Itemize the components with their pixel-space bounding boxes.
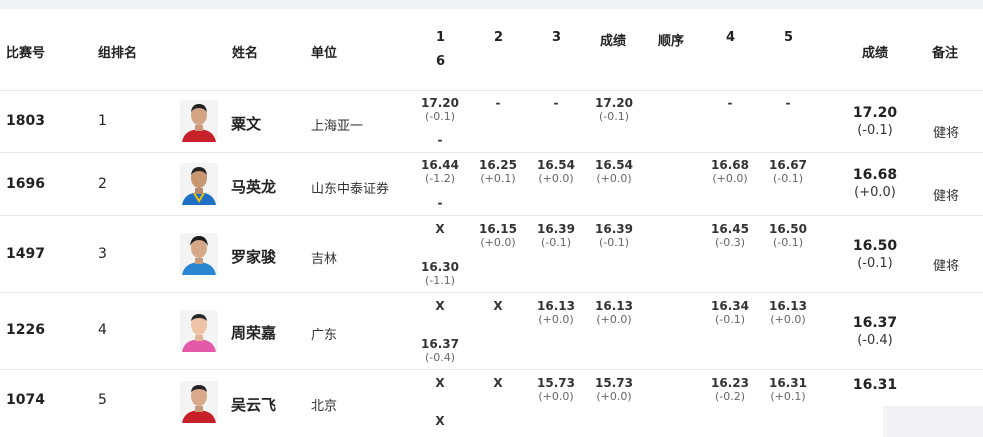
header-attempt-3: 3 (552, 30, 562, 45)
athlete-avatar (180, 163, 218, 205)
attempt-6: 16.37 (-0.4) (421, 337, 459, 364)
header-attempt-5: 5 (784, 30, 794, 45)
table-row: 1074 5 吴云飞 北京 X X X 15.73 (+0.0) 15.73 (+0… (0, 369, 983, 437)
bib-number: 1226 (6, 322, 45, 338)
best-result: 16.68 (+0.0) (852, 167, 898, 200)
group-rank: 2 (98, 176, 107, 192)
attempt-4: - (727, 96, 733, 110)
note: 健将 (933, 259, 960, 274)
table-header: 比赛号 组排名 姓名 单位 1 6 2 3 成绩 顺序 4 5 成绩 备注 (0, 9, 983, 90)
athlete-name: 粟文 (231, 115, 262, 133)
attempt-4: 16.34 (-0.1) (711, 299, 749, 326)
bib-number: 1803 (6, 113, 45, 129)
bib-number: 1497 (6, 246, 45, 262)
header-attempt-2: 2 (494, 30, 504, 45)
athlete-name: 吴云飞 (231, 396, 277, 414)
header-name: 姓名 (232, 46, 259, 61)
athlete-avatar (180, 233, 218, 275)
result-mid: 17.20 (-0.1) (595, 96, 633, 123)
note: 健将 (933, 189, 960, 204)
attempt-2: X (493, 376, 503, 390)
header-group-rank: 组排名 (98, 46, 138, 61)
attempt-1: 17.20 (-0.1) (421, 96, 459, 123)
attempt-6: - (437, 133, 443, 147)
result-mid: 16.54 (+0.0) (595, 158, 633, 185)
result-mid: 16.13 (+0.0) (595, 299, 633, 326)
athlete-avatar (180, 100, 218, 142)
header-attempt-6: 6 (436, 54, 446, 69)
athlete-avatar (180, 310, 218, 352)
header-bib: 比赛号 (6, 46, 46, 61)
bottom-right-strip (883, 406, 983, 437)
result-mid: 16.39 (-0.1) (595, 222, 633, 249)
attempt-5: 16.13 (+0.0) (769, 299, 807, 326)
attempt-6: 16.30 (-1.1) (421, 260, 459, 287)
table-row: 1803 1 粟文 上海亚一 17.20 (-0.1) - - - 17.20 (-… (0, 90, 983, 152)
attempt-6: X (435, 414, 445, 428)
attempt-3: - (553, 96, 559, 110)
attempt-5: 16.67 (-0.1) (769, 158, 807, 185)
attempt-3: 16.13 (+0.0) (537, 299, 575, 326)
attempt-3: 15.73 (+0.0) (537, 376, 575, 403)
header-attempt-1: 1 (436, 30, 446, 45)
attempt-1: X (435, 299, 445, 313)
athlete-unit: 上海亚一 (311, 119, 364, 134)
athlete-name: 马英龙 (231, 178, 277, 196)
best-result: 16.31 (852, 377, 898, 393)
attempt-3: 16.39 (-0.1) (537, 222, 575, 249)
best-result: 16.37 (-0.4) (852, 315, 898, 348)
attempt-6: - (437, 196, 443, 210)
group-rank: 5 (98, 392, 107, 408)
attempt-4: 16.23 (-0.2) (711, 376, 749, 403)
attempt-1: X (435, 222, 445, 236)
bib-number: 1074 (6, 392, 45, 408)
athlete-name: 周荣嘉 (231, 324, 277, 342)
attempt-2: 16.25 (+0.1) (479, 158, 517, 185)
header-note: 备注 (932, 46, 959, 61)
best-result: 16.50 (-0.1) (852, 238, 898, 271)
attempt-5: - (785, 96, 791, 110)
athlete-unit: 吉林 (311, 252, 338, 267)
athlete-unit: 山东中泰证券 (311, 182, 390, 197)
group-rank: 4 (98, 322, 107, 338)
header-unit: 单位 (311, 46, 338, 61)
attempt-2: - (495, 96, 501, 110)
note: 健将 (933, 126, 960, 141)
header-result: 成绩 (862, 46, 889, 61)
attempt-3: 16.54 (+0.0) (537, 158, 575, 185)
best-result: 17.20 (-0.1) (852, 105, 898, 138)
table-row: 1696 2 马英龙 山东中泰证券 16.44 (-1.2) - 16.25 (+0… (0, 152, 983, 215)
athlete-unit: 广东 (311, 328, 338, 343)
attempt-4: 16.45 (-0.3) (711, 222, 749, 249)
attempt-5: 16.50 (-0.1) (769, 222, 807, 249)
athlete-avatar (180, 381, 218, 423)
top-bar (0, 0, 983, 9)
attempt-2: 16.15 (+0.0) (479, 222, 517, 249)
athlete-unit: 北京 (311, 399, 338, 414)
attempt-1: X (435, 376, 445, 390)
header-result-mid: 成绩 (600, 34, 627, 49)
attempt-2: X (493, 299, 503, 313)
group-rank: 3 (98, 246, 107, 262)
attempt-1: 16.44 (-1.2) (421, 158, 459, 185)
attempt-5: 16.31 (+0.1) (769, 376, 807, 403)
bib-number: 1696 (6, 176, 45, 192)
table-row: 1226 4 周荣嘉 广东 X 16.37 (-0.4) X 16.13 (+0.0… (0, 292, 983, 369)
athlete-name: 罗家骏 (231, 248, 277, 266)
table-row: 1497 3 罗家骏 吉林 X 16.30 (-1.1) 16.15 (+0.0) … (0, 215, 983, 292)
attempt-4: 16.68 (+0.0) (711, 158, 749, 185)
header-attempt-4: 4 (726, 30, 736, 45)
group-rank: 1 (98, 113, 107, 129)
result-mid: 15.73 (+0.0) (595, 376, 633, 403)
header-order: 顺序 (658, 34, 685, 49)
